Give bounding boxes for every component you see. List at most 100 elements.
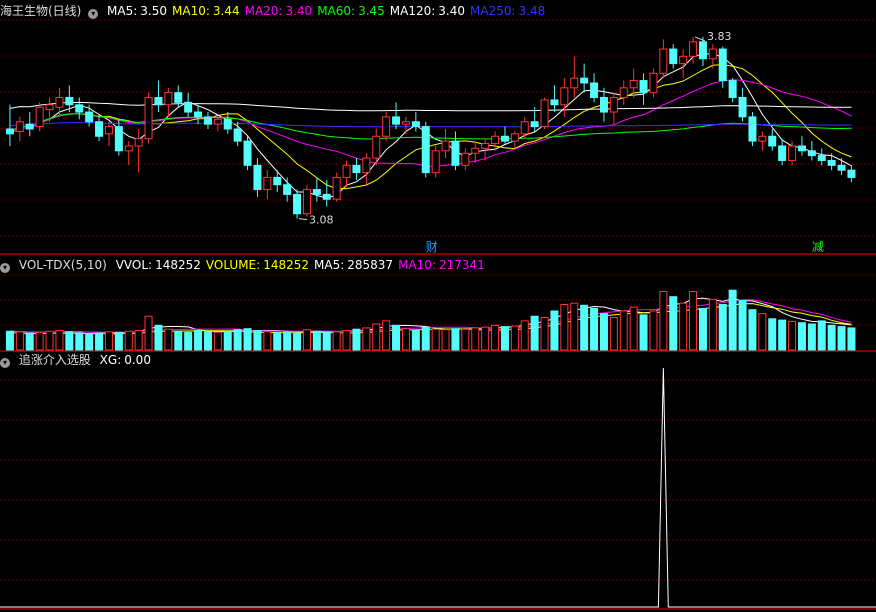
- ma120-line: [9, 101, 852, 112]
- volume-bar: [837, 326, 846, 351]
- candle-body: [807, 150, 816, 157]
- candle-body: [728, 80, 737, 99]
- indicator-title[interactable]: 追涨介入选股: [19, 353, 91, 367]
- volume-bar: [510, 325, 519, 351]
- volume-bar: [332, 331, 341, 351]
- volume-bar: [550, 310, 559, 351]
- legend-label: MA5:: [314, 258, 345, 272]
- volume-bar: [778, 319, 787, 351]
- candle-body: [550, 99, 559, 106]
- volume-bar: [570, 302, 579, 351]
- high-price-label: 3.83: [707, 30, 732, 43]
- legend-value: 217341: [438, 258, 485, 272]
- volume-bar: [788, 320, 797, 351]
- volume-bar: [411, 330, 420, 351]
- candle-body: [609, 97, 618, 113]
- volume-bar: [213, 331, 222, 351]
- event-marker-finance[interactable]: 财: [426, 240, 438, 254]
- candle-body: [25, 123, 34, 130]
- volume-bar: [203, 331, 212, 351]
- candle-body: [5, 128, 14, 135]
- volume-bar: [768, 318, 777, 351]
- legend-label: MA10:: [398, 258, 436, 272]
- volume-bar: [253, 330, 262, 351]
- legend-label: MA10:: [172, 4, 210, 18]
- legend-value: 148252: [155, 258, 201, 272]
- volume-bar: [45, 330, 54, 351]
- indicator-panel-header: ▾ 追涨介入选股 XG: 0.00: [0, 352, 161, 368]
- volume-bar: [698, 307, 707, 351]
- volume-bar: [362, 327, 371, 351]
- volume-bar: [500, 326, 509, 351]
- legend-value: 3.40: [438, 4, 466, 18]
- candle-body: [243, 140, 252, 166]
- volume-indicator-title[interactable]: VOL-TDX(5,10): [19, 258, 107, 272]
- menu-dot-icon[interactable]: ▾: [0, 358, 10, 368]
- volume-bar: [431, 328, 440, 351]
- candle-body: [570, 77, 579, 89]
- volume-bar: [372, 323, 381, 351]
- volume-bars: [5, 289, 856, 351]
- volume-bar: [560, 304, 569, 351]
- legend-item: MA120: 3.40: [390, 4, 465, 18]
- volume-bar: [491, 324, 500, 351]
- volume-bar: [312, 330, 321, 351]
- candle-body: [698, 41, 707, 60]
- volume-bar: [75, 332, 84, 351]
- volume-bar: [85, 333, 94, 351]
- volume-bar: [5, 330, 14, 351]
- candle-body: [590, 82, 599, 99]
- volume-bar: [134, 330, 143, 351]
- candle-body: [718, 48, 727, 82]
- candle-body: [599, 97, 608, 113]
- legend-value: 285837: [347, 258, 394, 272]
- volume-bar: [392, 324, 401, 351]
- volume-bar: [639, 314, 648, 351]
- legend-item: MA5: 3.50: [107, 4, 167, 18]
- legend-item: MA20: 3.40: [245, 4, 313, 18]
- volume-bar: [35, 331, 44, 351]
- candle-body: [797, 145, 806, 152]
- candle-body: [263, 176, 272, 191]
- volume-bar: [65, 331, 74, 351]
- legend-item: XG: 0.00: [100, 353, 151, 367]
- candle-body: [65, 97, 74, 106]
- candle-body: [174, 92, 183, 103]
- xg-indicator-line: [0, 367, 876, 608]
- candle-body: [768, 135, 777, 147]
- volume-bar: [293, 332, 302, 351]
- volume-bar: [263, 331, 272, 351]
- volume-bar: [669, 296, 678, 351]
- volume-bar: [154, 324, 163, 351]
- stock-title[interactable]: 海王生物(日线): [0, 4, 81, 18]
- candle-body: [758, 135, 767, 142]
- candle-body: [342, 164, 351, 178]
- volume-bar: [689, 291, 698, 351]
- high-pointer: [694, 36, 706, 42]
- candle-body: [154, 97, 163, 106]
- candle-body: [184, 101, 193, 113]
- candle-body: [392, 116, 401, 125]
- volume-bar: [243, 328, 252, 351]
- volume-bar: [580, 304, 589, 351]
- legend-item: VOLUME: 148252: [206, 258, 309, 272]
- volume-bar: [184, 331, 193, 351]
- candle-body: [312, 189, 321, 195]
- candle-body: [134, 138, 143, 147]
- candle-body: [233, 128, 242, 142]
- kline-chart[interactable]: 3.83 3.08 财 减: [0, 0, 876, 612]
- volume-bar: [25, 332, 34, 351]
- event-marker-reduce[interactable]: 减: [812, 240, 824, 254]
- menu-dot-icon[interactable]: ▾: [88, 9, 99, 19]
- candle-body: [708, 48, 717, 60]
- legend-label: MA20:: [244, 4, 283, 18]
- volume-bar: [124, 330, 133, 351]
- volume-bar: [629, 306, 638, 351]
- volume-bar: [619, 310, 628, 351]
- candle-body: [837, 164, 846, 171]
- candle-body: [639, 80, 648, 94]
- menu-dot-icon[interactable]: ▾: [0, 263, 10, 273]
- candle-body: [124, 145, 133, 152]
- volume-bar: [847, 327, 856, 351]
- candle-body: [55, 97, 64, 108]
